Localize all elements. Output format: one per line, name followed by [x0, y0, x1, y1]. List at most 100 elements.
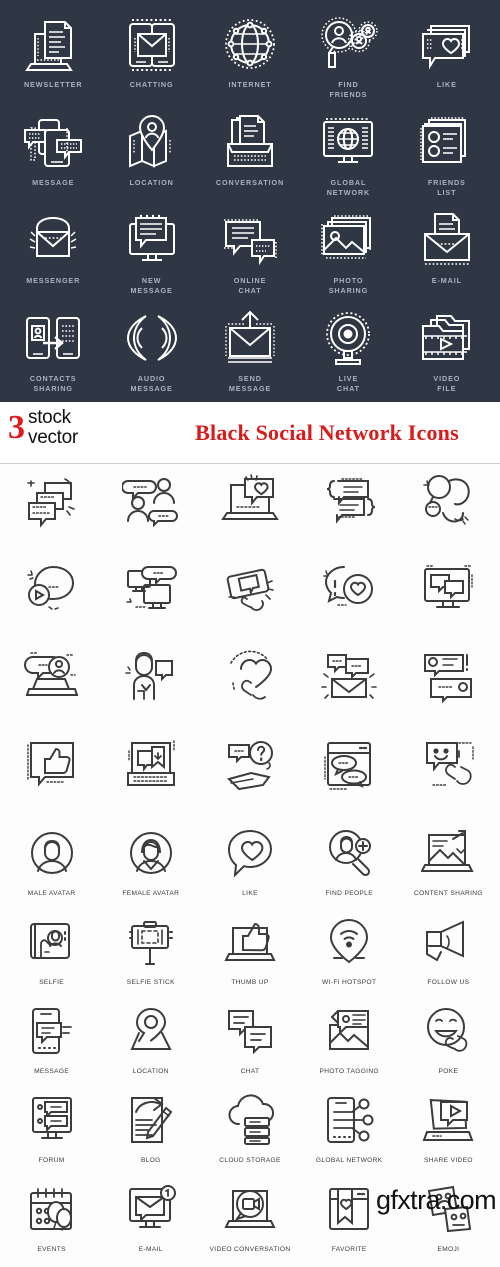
icon-cell-location[interactable]: LOCATION [102, 112, 200, 210]
icon-cell-blog[interactable]: BLOG [101, 1089, 200, 1178]
icon-cell-conversation[interactable]: CONVERSATION [201, 112, 299, 210]
icon-cell-wifi-hotspot[interactable]: WI-FI HOTSPOT [300, 911, 399, 1000]
icon-cell-thumb-up[interactable]: THUMB UP [200, 911, 299, 1000]
monitor-globe-icon [310, 112, 386, 174]
cloud-server-icon [213, 1089, 287, 1151]
icon-cell-newsletter[interactable]: NEWSLETTER [4, 14, 102, 112]
icon-label: SHARE VIDEO [423, 1157, 473, 1164]
icon-cell-follow-us[interactable]: FOLLOW US [399, 911, 498, 1000]
icon-label: EVENTS [37, 1246, 66, 1253]
icon-cell-bubble-heart-alert[interactable] [300, 558, 399, 646]
location-pin-icon [114, 1000, 188, 1062]
icon-cell-monitor-two-bubbles[interactable] [399, 558, 498, 646]
dark-row: MESSENGER NEW MESSAGE ONLINE CHAT PHOTO … [4, 210, 496, 308]
icon-cell-content-sharing[interactable]: CONTENT SHARING [399, 822, 498, 911]
icon-cell-male-avatar[interactable]: MALE AVATAR [2, 822, 101, 911]
icon-cell-forum[interactable]: FORUM [2, 1089, 101, 1178]
icon-cell-laptop-avatar-bubbles[interactable] [2, 646, 101, 734]
icon-cell-selfie-stick[interactable]: SELFIE STICK [101, 911, 200, 1000]
icon-cell-video-conversation[interactable]: VIDEO CONVERSATION [200, 1178, 299, 1267]
gallery-row [2, 470, 498, 558]
icon-cell-thumb-up-bubble[interactable] [2, 734, 101, 822]
icon-cell-monitor-chat[interactable] [101, 558, 200, 646]
icon-cell-audio-message[interactable]: AUDIO MESSAGE [102, 308, 200, 406]
icon-label: MALE AVATAR [27, 890, 76, 897]
icon-cell-like[interactable]: LIKE [200, 822, 299, 911]
icon-cell-hand-heart[interactable] [200, 646, 299, 734]
icon-cell-contacts-sharing[interactable]: CONTACTS SHARING [4, 308, 102, 406]
icon-cell-share-video[interactable]: SHARE VIDEO [399, 1089, 498, 1178]
icon-cell-message[interactable]: MESSAGE [4, 112, 102, 210]
icon-cell-browser-bubbles[interactable] [300, 734, 399, 822]
icon-cell-video-file[interactable]: VIDEO FILE [398, 308, 496, 406]
logo-number: 3 [8, 409, 25, 446]
icon-cell-email[interactable]: E-MAIL [101, 1178, 200, 1267]
icon-cell-global-network[interactable]: GLOBAL NETWORK [300, 1089, 399, 1178]
icon-cell-selfie[interactable]: SELFIE [2, 911, 101, 1000]
laptop-video-bubble-icon [213, 1178, 287, 1240]
icon-cell-message[interactable]: MESSAGE [2, 1000, 101, 1089]
icon-cell-events[interactable]: EVENTS [2, 1178, 101, 1267]
icon-cell-live-chat[interactable]: LIVE CHAT [299, 308, 397, 406]
smiley-poke-icon [411, 1000, 485, 1062]
icon-cell-person-bubble[interactable] [101, 646, 200, 734]
icon-cell-email[interactable]: E-MAIL [398, 210, 496, 308]
photo-tag-icon [312, 1000, 386, 1062]
icon-cell-female-avatar[interactable]: FEMALE AVATAR [101, 822, 200, 911]
icon-cell-send-message[interactable]: SEND MESSAGE [201, 308, 299, 406]
icon-cell-cloud-storage[interactable]: CLOUD STORAGE [200, 1089, 299, 1178]
hand-heart-icon [213, 646, 287, 708]
icon-label: CHAT [240, 1068, 260, 1075]
icon-cell-hand-tablet-bubble[interactable] [200, 558, 299, 646]
icon-label: SELFIE STICK [126, 979, 175, 986]
icon-cell-laptop-bookmark[interactable] [101, 734, 200, 822]
icon-cell-photo-tagging[interactable]: PHOTO TAGGING [300, 1000, 399, 1089]
icon-cell-like[interactable]: LIKE [398, 14, 496, 112]
icon-cell-code-brackets-message[interactable] [300, 470, 399, 558]
icon-label: ONLINE CHAT [233, 276, 267, 295]
icon-cell-online-chat[interactable]: ONLINE CHAT [201, 210, 299, 308]
video-folder-icon [409, 308, 485, 370]
icon-cell-chatting[interactable]: CHATTING [102, 14, 200, 112]
icon-cell-find-people[interactable]: FIND PEOPLE [300, 822, 399, 911]
icon-cell-smiley-tap[interactable] [399, 734, 498, 822]
icon-label: CONTENT SHARING [413, 890, 483, 897]
icon-cell-hand-question-bubble[interactable] [200, 734, 299, 822]
icon-cell-poke[interactable]: POKE [399, 1000, 498, 1089]
monitor-forum-icon [15, 1089, 89, 1151]
magnifier-people-icon [310, 14, 386, 76]
icon-cell-laptop-like-bubble[interactable] [200, 470, 299, 558]
two-phones-envelope-icon [114, 14, 190, 76]
icon-cell-envelope-bubbles[interactable] [300, 646, 399, 734]
icon-cell-avatar-message-list[interactable] [399, 646, 498, 734]
calendar-balloons-icon [15, 1178, 89, 1240]
chat-bubbles-stack-icon [15, 470, 89, 532]
phones-transfer-icon [15, 308, 91, 370]
icon-cell-internet[interactable]: INTERNET [201, 14, 299, 112]
icon-cell-two-people-talking[interactable] [101, 470, 200, 558]
male-avatar-icon [15, 822, 89, 884]
icon-cell-friends-list[interactable]: FRIENDS LIST [398, 112, 496, 210]
icon-cell-photo-sharing[interactable]: PHOTO SHARING [299, 210, 397, 308]
icon-label: BLOG [140, 1157, 161, 1164]
stockvector-logo[interactable]: 3 stock vector [8, 408, 78, 448]
icon-cell-find-friends[interactable]: FIND FRIENDS [299, 14, 397, 112]
document-pencil-share-icon [114, 1089, 188, 1151]
icon-cell-chat[interactable]: CHAT [200, 1000, 299, 1089]
monitor-two-bubbles-icon [411, 558, 485, 620]
thumb-up-bubble-icon [15, 734, 89, 796]
icon-cell-messenger[interactable]: MESSENGER [4, 210, 102, 308]
icon-cell-hand-holding-bubbles[interactable] [399, 470, 498, 558]
photo-stack-icon [310, 210, 386, 272]
icon-cell-global-network[interactable]: GLOBAL NETWORK [299, 112, 397, 210]
laptop-document-icon [15, 14, 91, 76]
icon-label: FRIENDS LIST [427, 178, 466, 197]
icon-cell-chat-bubbles-stack[interactable] [2, 470, 101, 558]
page-root: NEWSLETTER CHATTING INTERNET FIND FRIEND… [0, 0, 500, 1267]
icon-cell-play-bubble[interactable] [2, 558, 101, 646]
icon-cell-location[interactable]: LOCATION [101, 1000, 200, 1089]
icon-cell-new-message[interactable]: NEW MESSAGE [102, 210, 200, 308]
icon-label: SELFIE [39, 979, 65, 986]
icon-label: CLOUD STORAGE [219, 1157, 281, 1164]
gfxtra-watermark: gfxtra.com [375, 1185, 497, 1215]
